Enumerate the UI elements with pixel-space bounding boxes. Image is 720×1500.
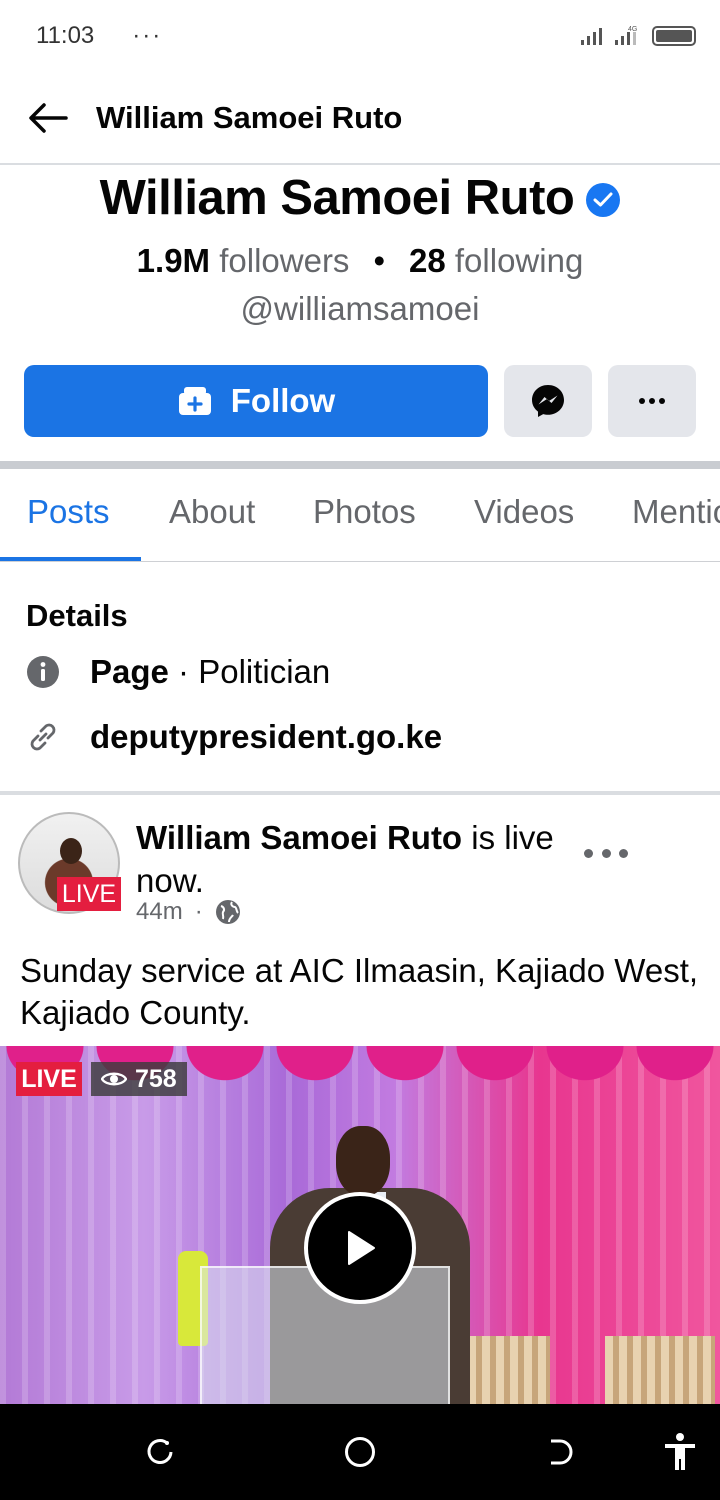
post-title: William Samoei Ruto is live now.: [136, 816, 566, 902]
back-button[interactable]: [0, 71, 96, 164]
post-text: Sunday service at AIC Ilmaasin, Kajiado …: [20, 952, 699, 1031]
link-icon: [26, 720, 60, 754]
follow-button[interactable]: Follow: [24, 365, 488, 437]
viewer-count: 758: [135, 1064, 177, 1093]
profile-stats: 1.9M followers • 28 following: [0, 242, 720, 280]
following-count[interactable]: 28: [409, 242, 446, 280]
messenger-button[interactable]: [504, 365, 592, 437]
signal-4g-icon: 4G: [615, 26, 637, 45]
status-more-dots: ···: [132, 22, 163, 49]
status-time: 11:03: [36, 22, 95, 49]
detail-category: · Politician: [168, 653, 331, 690]
verified-badge-icon: [586, 183, 621, 217]
post-meta-separator: ·: [194, 898, 203, 925]
top-bar-title: William Samoei Ruto: [96, 99, 403, 135]
tab-photos[interactable]: Photos: [313, 493, 416, 531]
battery-icon: [652, 26, 696, 46]
stats-separator: •: [373, 242, 385, 279]
top-app-bar: William Samoei Ruto: [0, 72, 720, 165]
active-tab-indicator: [0, 557, 141, 561]
recent-apps-button[interactable]: [140, 1432, 180, 1472]
messenger-icon: [532, 385, 564, 417]
post-more-button[interactable]: [584, 838, 628, 868]
post-author[interactable]: William Samoei Ruto: [136, 819, 462, 856]
profile-name: William Samoei Ruto: [99, 171, 575, 225]
details-heading: Details: [26, 598, 128, 633]
section-divider: [0, 461, 720, 469]
accessibility-button[interactable]: [660, 1432, 700, 1472]
play-button[interactable]: [304, 1192, 416, 1304]
signal-icon: [581, 28, 602, 45]
back-nav-button[interactable]: [540, 1432, 580, 1472]
tab-videos[interactable]: Videos: [474, 493, 574, 531]
post-time[interactable]: 44m: [136, 898, 183, 926]
profile-name-row: William Samoei Ruto: [0, 170, 720, 226]
more-options-button[interactable]: [608, 365, 696, 437]
post-divider: [0, 791, 720, 795]
video-live-badge: LIVE: [16, 1062, 82, 1096]
follow-button-label: Follow: [230, 382, 336, 419]
globe-icon: [215, 900, 240, 924]
detail-website[interactable]: deputypresident.go.ke: [26, 718, 442, 756]
info-icon: [26, 655, 60, 689]
tab-about[interactable]: About: [169, 493, 255, 531]
followers-label[interactable]: followers: [219, 242, 349, 280]
viewer-count-badge: 758: [91, 1062, 187, 1096]
play-icon: [348, 1231, 375, 1265]
follow-icon: [178, 387, 211, 415]
home-button[interactable]: [340, 1432, 380, 1472]
status-bar: 11:03 ··· 4G: [0, 0, 720, 72]
tab-mentions[interactable]: Mentions: [632, 493, 720, 531]
post-meta: 44m ·: [136, 898, 241, 926]
video-chair-right: [605, 1336, 715, 1404]
tab-posts[interactable]: Posts: [27, 493, 110, 531]
system-nav-bar: [0, 1404, 720, 1500]
status-indicators: 4G: [580, 25, 696, 47]
recent-apps-icon: [147, 1439, 173, 1464]
followers-count[interactable]: 1.9M: [137, 242, 210, 280]
arrow-left-icon: [29, 102, 68, 133]
avatar-live-badge: LIVE: [57, 877, 121, 911]
back-nav-icon: [551, 1439, 573, 1465]
accessibility-icon: [665, 1433, 695, 1470]
home-circle-icon: [345, 1437, 375, 1467]
detail-page-category: Page · Politician: [26, 653, 330, 691]
detail-page-label: Page: [90, 653, 169, 690]
following-label[interactable]: following: [455, 242, 583, 280]
profile-tabs: Posts About Photos Videos Mentions: [0, 469, 720, 562]
website-link[interactable]: deputypresident.go.ke: [90, 718, 442, 756]
eye-icon: [101, 1072, 127, 1086]
svg-text:4G: 4G: [628, 26, 637, 33]
more-horizontal-icon: [639, 398, 665, 404]
profile-handle: @williamsamoei: [240, 290, 480, 327]
